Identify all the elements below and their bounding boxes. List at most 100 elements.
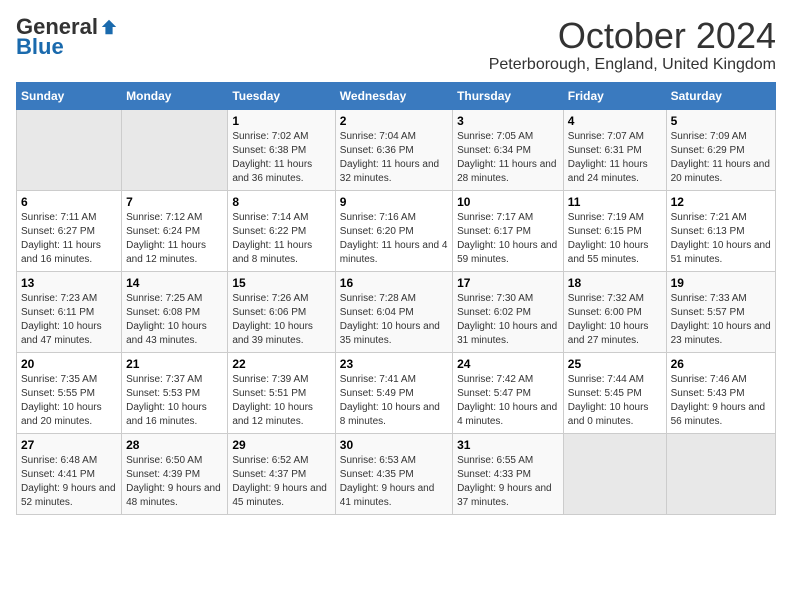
column-header-monday: Monday (122, 82, 228, 109)
calendar-cell: 20 Sunrise: 7:35 AMSunset: 5:55 PMDayligh… (17, 352, 122, 433)
calendar-cell: 27Sunrise: 6:48 AMSunset: 4:41 PMDayligh… (17, 433, 122, 514)
calendar-cell: 23Sunrise: 7:41 AMSunset: 5:49 PMDayligh… (335, 352, 452, 433)
week-row: 20 Sunrise: 7:35 AMSunset: 5:55 PMDayligh… (17, 352, 776, 433)
column-header-friday: Friday (563, 82, 666, 109)
day-info: Sunrise: 7:21 AMSunset: 6:13 PMDaylight:… (671, 211, 771, 267)
day-number: 2 (340, 114, 448, 128)
day-number: 7 (126, 195, 223, 209)
day-number: 9 (340, 195, 448, 209)
day-number: 4 (568, 114, 662, 128)
day-number: 20 (21, 357, 117, 371)
day-number: 5 (671, 114, 771, 128)
calendar-cell: 30 Sunrise: 6:53 AMSunset: 4:35 PMDayligh… (335, 433, 452, 514)
day-number: 30 (340, 438, 448, 452)
day-number: 12 (671, 195, 771, 209)
day-info: Sunrise: 7:46 AMSunset: 5:43 PMDaylight:… (671, 373, 771, 429)
calendar-header: SundayMondayTuesdayWednesdayThursdayFrid… (17, 82, 776, 109)
day-number: 6 (21, 195, 117, 209)
day-number: 16 (340, 276, 448, 290)
day-info: Sunrise: 7:04 AMSunset: 6:36 PMDaylight:… (340, 130, 448, 186)
day-number: 26 (671, 357, 771, 371)
header-row: SundayMondayTuesdayWednesdayThursdayFrid… (17, 82, 776, 109)
calendar-cell: 10Sunrise: 7:17 AMSunset: 6:17 PMDayligh… (453, 190, 564, 271)
day-number: 11 (568, 195, 662, 209)
calendar-cell: 29Sunrise: 6:52 AMSunset: 4:37 PMDayligh… (228, 433, 335, 514)
day-number: 1 (232, 114, 330, 128)
day-info: Sunrise: 7:37 AMSunset: 5:53 PMDaylight:… (126, 373, 223, 429)
day-number: 14 (126, 276, 223, 290)
calendar-cell: 3Sunrise: 7:05 AMSunset: 6:34 PMDaylight… (453, 109, 564, 190)
column-header-wednesday: Wednesday (335, 82, 452, 109)
calendar-cell (122, 109, 228, 190)
day-info: Sunrise: 7:11 AMSunset: 6:27 PMDaylight:… (21, 211, 117, 267)
logo: General Blue (16, 16, 118, 60)
calendar-cell: 28 Sunrise: 6:50 AMSunset: 4:39 PMDayligh… (122, 433, 228, 514)
calendar-cell: 18 Sunrise: 7:32 AMSunset: 6:00 PMDayligh… (563, 271, 666, 352)
day-info: Sunrise: 7:17 AMSunset: 6:17 PMDaylight:… (457, 211, 559, 267)
day-number: 15 (232, 276, 330, 290)
day-number: 18 (568, 276, 662, 290)
day-info: Sunrise: 7:07 AMSunset: 6:31 PMDaylight:… (568, 130, 662, 186)
day-number: 13 (21, 276, 117, 290)
day-number: 25 (568, 357, 662, 371)
calendar-cell: 9Sunrise: 7:16 AMSunset: 6:20 PMDaylight… (335, 190, 452, 271)
logo-icon (100, 18, 118, 36)
title-area: October 2024 Peterborough, England, Unit… (489, 16, 776, 74)
calendar-cell: 4 Sunrise: 7:07 AMSunset: 6:31 PMDaylight… (563, 109, 666, 190)
day-info: Sunrise: 7:41 AMSunset: 5:49 PMDaylight:… (340, 373, 448, 429)
day-info: Sunrise: 7:19 AMSunset: 6:15 PMDaylight:… (568, 211, 662, 267)
day-number: 21 (126, 357, 223, 371)
day-number: 17 (457, 276, 559, 290)
calendar-cell: 24Sunrise: 7:42 AMSunset: 5:47 PMDayligh… (453, 352, 564, 433)
day-info: Sunrise: 6:53 AMSunset: 4:35 PMDaylight:… (340, 454, 448, 510)
day-number: 28 (126, 438, 223, 452)
calendar-cell: 8Sunrise: 7:14 AMSunset: 6:22 PMDaylight… (228, 190, 335, 271)
column-header-thursday: Thursday (453, 82, 564, 109)
calendar-cell: 2 Sunrise: 7:04 AMSunset: 6:36 PMDaylight… (335, 109, 452, 190)
calendar-cell: 21 Sunrise: 7:37 AMSunset: 5:53 PMDayligh… (122, 352, 228, 433)
day-info: Sunrise: 7:28 AMSunset: 6:04 PMDaylight:… (340, 292, 448, 348)
day-info: Sunrise: 7:30 AMSunset: 6:02 PMDaylight:… (457, 292, 559, 348)
day-info: Sunrise: 7:09 AMSunset: 6:29 PMDaylight:… (671, 130, 771, 186)
calendar-table: SundayMondayTuesdayWednesdayThursdayFrid… (16, 82, 776, 515)
day-info: Sunrise: 6:50 AMSunset: 4:39 PMDaylight:… (126, 454, 223, 510)
calendar-cell: 31Sunrise: 6:55 AMSunset: 4:33 PMDayligh… (453, 433, 564, 514)
calendar-cell: 15 Sunrise: 7:26 AMSunset: 6:06 PMDayligh… (228, 271, 335, 352)
calendar-cell (563, 433, 666, 514)
day-info: Sunrise: 7:23 AMSunset: 6:11 PMDaylight:… (21, 292, 117, 348)
calendar-cell: 25 Sunrise: 7:44 AMSunset: 5:45 PMDayligh… (563, 352, 666, 433)
header: General Blue October 2024 Peterborough, … (16, 16, 776, 74)
day-number: 22 (232, 357, 330, 371)
calendar-cell: 11 Sunrise: 7:19 AMSunset: 6:15 PMDayligh… (563, 190, 666, 271)
week-row: 27Sunrise: 6:48 AMSunset: 4:41 PMDayligh… (17, 433, 776, 514)
calendar-cell (17, 109, 122, 190)
calendar-body: 1 Sunrise: 7:02 AMSunset: 6:38 PMDaylight… (17, 109, 776, 514)
week-row: 1 Sunrise: 7:02 AMSunset: 6:38 PMDaylight… (17, 109, 776, 190)
day-info: Sunrise: 7:05 AMSunset: 6:34 PMDaylight:… (457, 130, 559, 186)
day-info: Sunrise: 7:39 AMSunset: 5:51 PMDaylight:… (232, 373, 330, 429)
day-info: Sunrise: 7:32 AMSunset: 6:00 PMDaylight:… (568, 292, 662, 348)
calendar-cell: 16 Sunrise: 7:28 AMSunset: 6:04 PMDayligh… (335, 271, 452, 352)
day-number: 24 (457, 357, 559, 371)
day-number: 27 (21, 438, 117, 452)
day-info: Sunrise: 7:26 AMSunset: 6:06 PMDaylight:… (232, 292, 330, 348)
calendar-cell: 22 Sunrise: 7:39 AMSunset: 5:51 PMDayligh… (228, 352, 335, 433)
day-number: 31 (457, 438, 559, 452)
calendar-cell: 14Sunrise: 7:25 AMSunset: 6:08 PMDayligh… (122, 271, 228, 352)
logo-blue-text: Blue (16, 34, 64, 60)
day-info: Sunrise: 7:02 AMSunset: 6:38 PMDaylight:… (232, 130, 330, 186)
calendar-cell: 19Sunrise: 7:33 AMSunset: 5:57 PMDayligh… (666, 271, 775, 352)
day-number: 29 (232, 438, 330, 452)
column-header-sunday: Sunday (17, 82, 122, 109)
calendar-cell: 1 Sunrise: 7:02 AMSunset: 6:38 PMDaylight… (228, 109, 335, 190)
day-info: Sunrise: 7:44 AMSunset: 5:45 PMDaylight:… (568, 373, 662, 429)
day-info: Sunrise: 7:33 AMSunset: 5:57 PMDaylight:… (671, 292, 771, 348)
calendar-cell: 26 Sunrise: 7:46 AMSunset: 5:43 PMDayligh… (666, 352, 775, 433)
day-info: Sunrise: 7:12 AMSunset: 6:24 PMDaylight:… (126, 211, 223, 267)
calendar-cell (666, 433, 775, 514)
day-info: Sunrise: 7:14 AMSunset: 6:22 PMDaylight:… (232, 211, 330, 267)
column-header-saturday: Saturday (666, 82, 775, 109)
location-title: Peterborough, England, United Kingdom (489, 56, 776, 74)
day-info: Sunrise: 7:35 AMSunset: 5:55 PMDaylight:… (21, 373, 117, 429)
calendar-cell: 6 Sunrise: 7:11 AMSunset: 6:27 PMDaylight… (17, 190, 122, 271)
